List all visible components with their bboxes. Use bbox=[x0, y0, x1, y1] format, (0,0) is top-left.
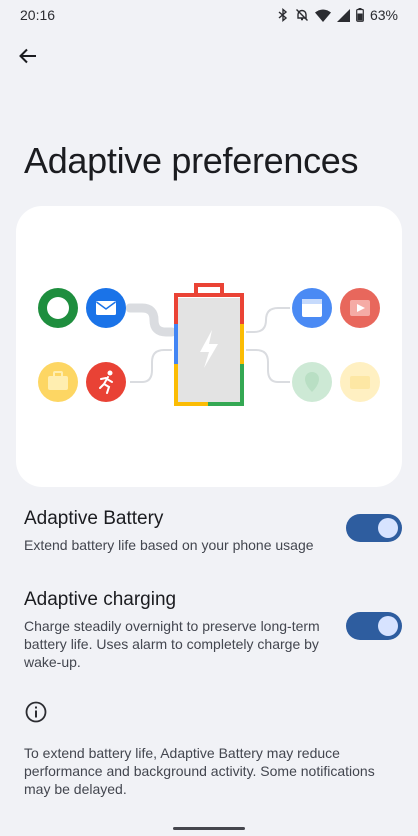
battery-percent: 63% bbox=[369, 7, 398, 23]
messages-icon bbox=[38, 288, 78, 328]
adaptive-battery-illustration bbox=[16, 206, 402, 487]
page-title: Adaptive preferences bbox=[24, 140, 359, 181]
toggle-thumb bbox=[378, 518, 398, 538]
adaptive-charging-title: Adaptive charging bbox=[24, 589, 177, 610]
card-icon bbox=[340, 362, 380, 402]
arrow-back-icon bbox=[19, 48, 36, 64]
maps-icon bbox=[292, 362, 332, 402]
status-bar: 20:16 63% bbox=[0, 0, 418, 30]
toggle-thumb bbox=[378, 616, 398, 636]
adaptive-battery-toggle[interactable] bbox=[346, 514, 402, 542]
video-icon bbox=[340, 288, 380, 328]
wifi-icon bbox=[314, 9, 331, 22]
notifications-off-icon bbox=[295, 9, 308, 21]
adaptive-battery-description: Extend battery life based on your phone … bbox=[24, 537, 314, 553]
adaptive-charging-toggle[interactable] bbox=[346, 612, 402, 640]
back-button[interactable] bbox=[12, 40, 44, 72]
info-icon bbox=[25, 701, 47, 723]
footer-info-text: To extend battery life, Adaptive Battery… bbox=[24, 745, 375, 797]
status-icons: 63% bbox=[277, 7, 398, 23]
charging-battery-icon bbox=[174, 283, 244, 406]
calendar-icon bbox=[292, 288, 332, 328]
running-icon bbox=[86, 362, 126, 402]
status-time: 20:16 bbox=[20, 7, 56, 23]
illustration-graphic bbox=[38, 283, 380, 406]
adaptive-charging-description: Charge steadily overnight to preserve lo… bbox=[24, 618, 320, 670]
briefcase-icon bbox=[38, 362, 78, 402]
email-icon bbox=[86, 288, 126, 328]
adaptive-battery-setting[interactable]: Adaptive Battery Extend battery life bas… bbox=[24, 508, 402, 554]
gesture-nav-handle[interactable] bbox=[173, 827, 245, 830]
cell-signal-icon bbox=[336, 8, 350, 22]
bluetooth-icon bbox=[278, 8, 288, 22]
battery-icon bbox=[356, 8, 364, 22]
adaptive-charging-setting[interactable]: Adaptive charging Charge steadily overni… bbox=[24, 589, 402, 671]
